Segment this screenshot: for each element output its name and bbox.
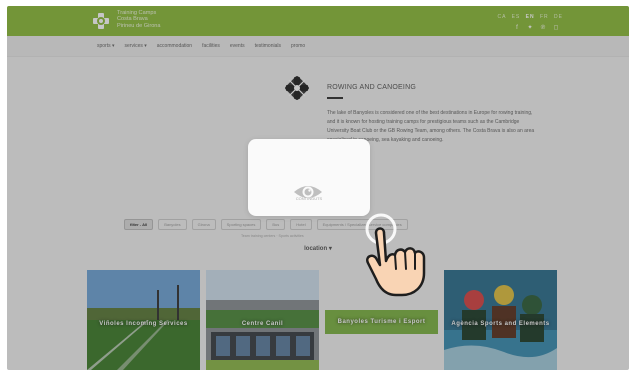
pointing-hand-icon (365, 213, 426, 297)
preview-modal[interactable]: CONTINGUTS (248, 139, 370, 216)
page-frame: Training Camps Costa Brava Pirineu de Gi… (7, 6, 629, 370)
eye-icon (294, 186, 322, 198)
